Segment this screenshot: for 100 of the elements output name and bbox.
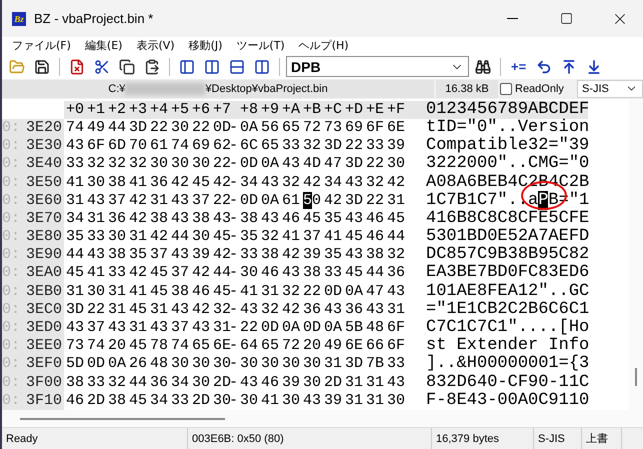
separator-dash: - <box>229 118 238 137</box>
hex-cell-text: 22 <box>212 192 232 210</box>
menu-item[interactable]: ヘルプ(H) <box>292 38 356 54</box>
column-header[interactable]: +B <box>301 100 322 119</box>
hex-cell-text: 0A <box>239 118 259 137</box>
hex-cell-text: 31 <box>365 392 385 410</box>
hex-cell-text: 6D <box>107 137 127 156</box>
column-header[interactable]: +2 <box>106 100 127 119</box>
hex-cell-text: 22 <box>365 192 385 210</box>
hex-cell-text: 42 <box>323 192 343 210</box>
column-header[interactable]: +E <box>364 100 385 119</box>
column-header[interactable]: +1 <box>85 100 106 119</box>
hex-cell-text: 46 <box>65 392 85 410</box>
menu-item[interactable]: 編集(E) <box>78 38 130 54</box>
menu-item[interactable]: 表示(V) <box>129 38 182 54</box>
hex-cell-text: 6F <box>386 337 406 356</box>
ascii-text: DC857C9B38B95C82 <box>426 246 590 264</box>
hex-cell-text: 78 <box>149 337 169 356</box>
column-header[interactable]: +3 <box>127 100 148 119</box>
column-header[interactable]: +6 <box>190 100 211 119</box>
hex-cell-text: 46 <box>365 228 385 246</box>
hex-cell-text: 43 <box>170 300 190 319</box>
hex-cell-text: 30 <box>191 155 211 174</box>
hex-cell-text: 0A <box>107 355 127 374</box>
hex-cell-text: 36 <box>302 300 322 319</box>
hex-cell-text: 22 <box>365 155 385 174</box>
hex-cell-text: 33 <box>323 264 343 282</box>
hex-cell-text: 39 <box>281 374 301 392</box>
hex-cell-text: 42 <box>191 300 211 319</box>
column-header[interactable]: +9 <box>259 100 280 119</box>
cursor-hex-cell[interactable]: 50 <box>301 192 322 210</box>
hex-cell-text: 2D <box>323 374 343 392</box>
hex-cell-text: 39 <box>191 246 211 264</box>
hex-cell-text: 46 <box>260 374 280 392</box>
hex-cell-text: 42 <box>281 246 301 264</box>
ascii-text: F-8E43-00A0C9110 <box>426 392 590 410</box>
hex-cell-text: 2D <box>191 392 211 410</box>
hex-cell-text: 33 <box>281 137 301 156</box>
hex-cell-text: 41 <box>281 228 301 246</box>
hex-cell-text: 38 <box>191 210 211 228</box>
column-header[interactable]: +4 <box>148 100 169 119</box>
hex-cell-text: 35 <box>239 228 259 246</box>
hex-cell-text: 43 <box>260 174 280 192</box>
hex-cell-text: 41 <box>239 282 259 301</box>
encoding-status: S-JIS <box>534 428 582 449</box>
hex-cell-text: 62 <box>212 137 232 156</box>
hex-cell-text: 32 <box>386 246 406 264</box>
hex-cell-text: 6E <box>212 337 232 356</box>
hex-cell-text: 34 <box>65 210 85 228</box>
hex-cell-text: 38 <box>107 174 127 192</box>
hex-cell-text: 0D <box>86 355 106 374</box>
vertical-scrollbar[interactable] <box>629 98 643 410</box>
hex-cell-text: 31 <box>65 282 85 301</box>
hex-cell-text: 3D <box>65 300 85 319</box>
hex-cell-text: 30 <box>107 228 127 246</box>
encoding-select[interactable]: S-JIS <box>577 80 643 98</box>
column-header[interactable]: +C <box>322 100 343 119</box>
menu-item[interactable]: 移動(J) <box>182 38 230 54</box>
vertical-split-icon <box>254 58 270 75</box>
hex-cell-text: 30 <box>239 264 259 282</box>
hex-cell-text: 48 <box>365 319 385 337</box>
readonly-checkbox[interactable]: ReadOnly <box>500 82 575 95</box>
hex-cell-text: 37 <box>302 228 322 246</box>
hex-cell-text: 30 <box>170 118 190 137</box>
column-header[interactable]: +F <box>385 100 406 119</box>
menu-item[interactable]: ファイル(F) <box>5 38 78 54</box>
hex-cell-text: 37 <box>149 246 169 264</box>
cursor-position: 003E6B: 0x50 (80) <box>188 428 432 449</box>
hex-cell-text: 6F <box>365 118 385 137</box>
horizontal-scrollbar[interactable] <box>2 410 643 428</box>
app-icon: Bz <box>12 12 26 26</box>
hex-cell-text: 45 <box>65 264 85 282</box>
search-combo[interactable]: DPB <box>286 56 469 78</box>
mode-status: 上書 <box>582 428 622 449</box>
hex-cell-text: 34 <box>149 392 169 410</box>
hex-cell-text: 69 <box>344 118 364 137</box>
hex-cell-text: 38 <box>365 246 385 264</box>
column-header[interactable]: +7 <box>211 100 232 119</box>
hex-cell-text: 31 <box>86 210 106 228</box>
hex-cell-text: 2D <box>212 374 232 392</box>
column-header[interactable]: +A <box>280 100 301 119</box>
checkbox-icon[interactable] <box>500 82 512 95</box>
hex-cell-text: 3D <box>344 355 364 374</box>
hex-cell-text: 0D <box>260 319 280 337</box>
minimize-icon <box>506 18 518 19</box>
paste-icon <box>144 58 160 75</box>
hex-cell-text: 33 <box>239 246 259 264</box>
column-header[interactable]: +8 <box>238 100 259 119</box>
column-header[interactable]: +0 <box>64 100 85 119</box>
hex-cell-text: 31 <box>260 282 280 301</box>
hex-cell-text: 30 <box>170 355 190 374</box>
save-icon <box>34 58 50 75</box>
add-button[interactable]: += <box>507 59 530 74</box>
column-header[interactable]: +D <box>343 100 364 119</box>
hex-cell-text: 43 <box>239 300 259 319</box>
menu-item[interactable]: ツール(T) <box>229 38 292 54</box>
hex-cell-text: 72 <box>302 118 322 137</box>
column-header[interactable]: +5 <box>169 100 190 119</box>
file-size: 16.38 kB <box>436 80 498 98</box>
path-text: ¥Desktop¥vbaProject.bin <box>205 82 328 95</box>
